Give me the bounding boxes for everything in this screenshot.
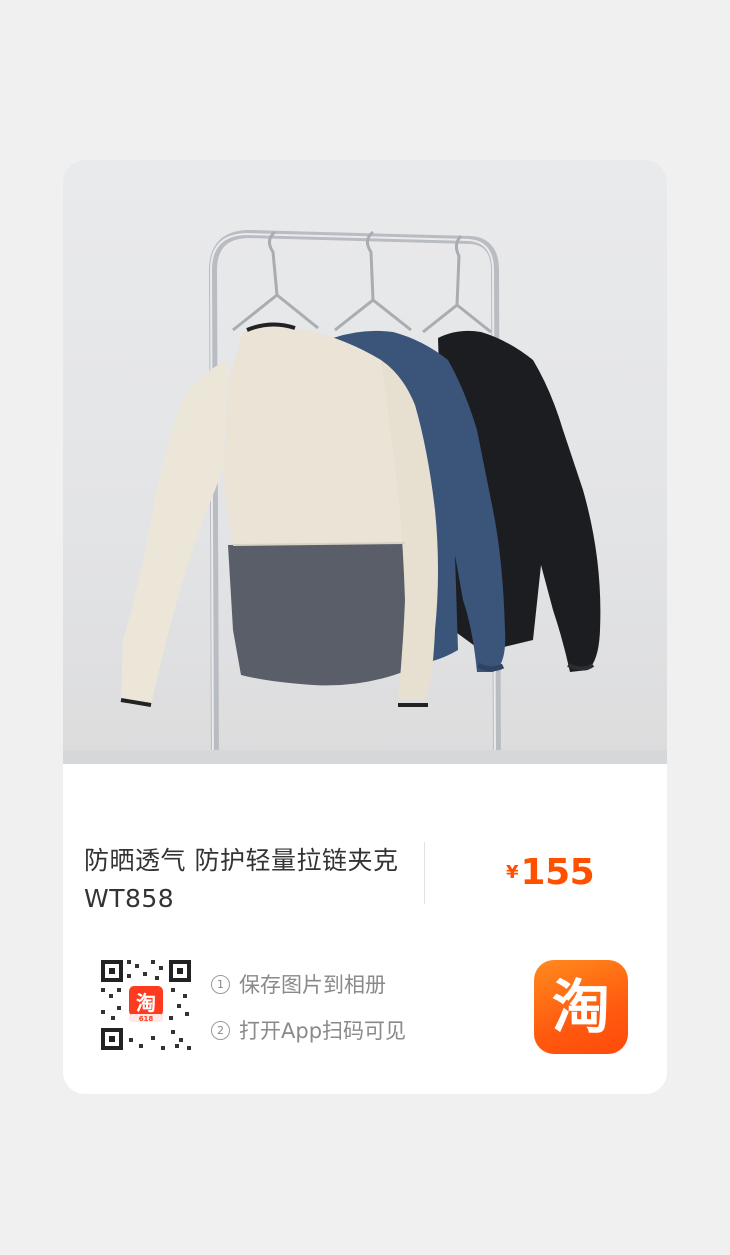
step-number-1: 1 <box>211 974 230 994</box>
product-photo[interactable] <box>63 160 667 764</box>
step-text-2: 打开App扫码可见 <box>239 1019 407 1043</box>
qr-code-image: 淘 618 <box>101 960 191 1050</box>
divider <box>424 842 425 904</box>
product-title[interactable]: 防晒透气 防护轻量拉链夹克 WT858 <box>84 842 404 918</box>
taobao-icon: 淘 <box>551 973 610 1041</box>
step-number-2: 2 <box>211 1020 230 1040</box>
qr-badge-caption: 618 <box>139 1015 154 1023</box>
taobao-app-icon[interactable]: 淘 <box>534 960 628 1054</box>
currency-symbol: ¥ <box>506 862 519 883</box>
scan-instructions: 1 保存图片到相册 2 打开App扫码可见 <box>211 966 406 1058</box>
qr-code[interactable]: 淘 618 <box>99 958 193 1052</box>
instruction-step-2: 2 打开App扫码可见 <box>211 1012 406 1048</box>
price-amount: 155 <box>520 852 595 893</box>
product-info: 防晒透气 防护轻量拉链夹克 WT858 ¥155 淘 618 1 保存图片到相册… <box>63 764 667 1094</box>
product-image <box>63 229 667 764</box>
cream-jacket <box>120 322 438 707</box>
qr-badge-glyph: 淘 <box>136 991 156 1015</box>
product-price: ¥155 <box>506 852 595 893</box>
step-text-1: 保存图片到相册 <box>239 973 386 997</box>
instruction-step-1: 1 保存图片到相册 <box>211 966 406 1002</box>
hangers <box>232 230 492 334</box>
share-card: 防晒透气 防护轻量拉链夹克 WT858 ¥155 淘 618 1 保存图片到相册… <box>63 160 667 1094</box>
